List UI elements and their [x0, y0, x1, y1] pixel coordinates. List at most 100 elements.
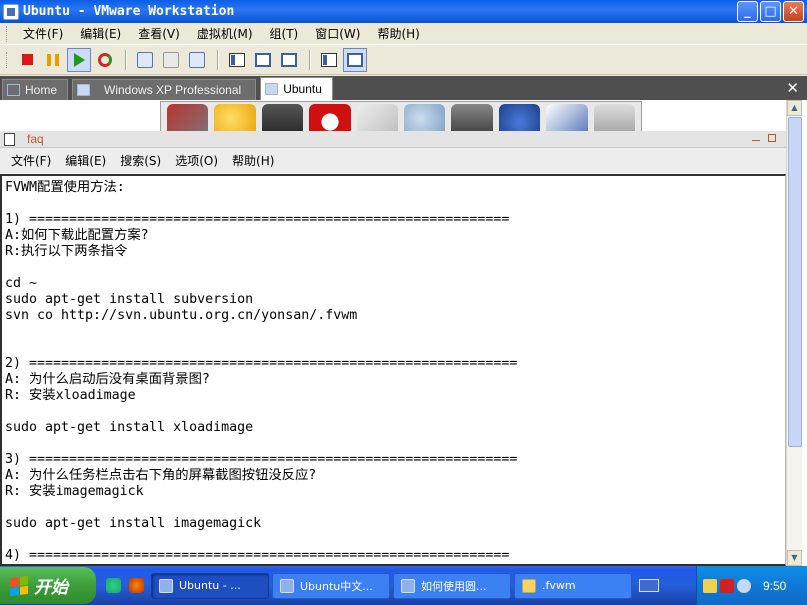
menu-file[interactable]: 文件(F): [15, 25, 72, 42]
gedit-menu-edit[interactable]: 编辑(E): [58, 152, 113, 169]
camera-app-icon[interactable]: [593, 104, 636, 131]
close-button[interactable]: ✕: [783, 1, 804, 22]
system-tray: 9:50: [696, 566, 807, 605]
menubar-grip[interactable]: [6, 25, 9, 42]
terminal-app-icon[interactable]: [261, 104, 304, 131]
search-app-icon[interactable]: [404, 104, 446, 131]
writer-app-icon[interactable]: [546, 104, 588, 131]
editor-app-icon[interactable]: [356, 104, 399, 131]
vmware-menubar: 文件(F) 编辑(E) 查看(V) 虚拟机(M) 组(T) 窗口(W) 帮助(H…: [0, 23, 807, 45]
guest-launcher-dock: [160, 101, 642, 132]
menu-help[interactable]: 帮助(H): [369, 25, 428, 42]
taskbar-item-folder[interactable]: .fvwm: [514, 572, 632, 599]
window-title: Ubuntu - VMware Workstation: [23, 4, 235, 19]
quick-switch-icon: [255, 52, 271, 67]
revert-icon: [163, 51, 179, 68]
gedit-minimize-button[interactable]: [752, 138, 760, 141]
scroll-down-arrow-icon[interactable]: ▼: [787, 550, 802, 566]
vmware-app-icon: [3, 3, 19, 20]
power-on-button[interactable]: [67, 47, 91, 72]
menu-window[interactable]: 窗口(W): [307, 25, 369, 42]
start-button[interactable]: 开始: [0, 567, 96, 604]
gedit-maximize-button[interactable]: [768, 134, 776, 142]
maximize-button[interactable]: □: [760, 1, 781, 22]
folder-icon: [522, 578, 536, 593]
browser-app-icon[interactable]: [498, 104, 541, 131]
gimp-app-icon[interactable]: [451, 104, 493, 131]
window-controls: _ □ ✕: [737, 1, 804, 22]
browser-icon: [280, 578, 294, 593]
task-label: .fvwm: [542, 579, 576, 592]
gedit-menu-options[interactable]: 选项(O): [168, 152, 225, 169]
summary-icon: [321, 52, 337, 67]
antivirus-icon[interactable]: [720, 578, 734, 593]
windows-flag-icon: [10, 575, 28, 596]
toolbar-separator: [217, 49, 219, 70]
taskbar-item-browser-ubuntu[interactable]: Ubuntu中文...: [272, 572, 390, 599]
suspend-button[interactable]: [41, 48, 65, 72]
keyboard-icon[interactable]: [639, 579, 659, 592]
toolbar-grip[interactable]: [6, 51, 9, 68]
media-player-icon[interactable]: [129, 578, 144, 593]
pause-icon: [47, 53, 59, 66]
gedit-menu-file[interactable]: 文件(F): [4, 152, 58, 169]
gedit-titlebar[interactable]: faq: [0, 131, 786, 148]
tab-windows-xp[interactable]: Windows XP Professional: [72, 79, 257, 100]
sidebar-toggle-button[interactable]: [225, 48, 249, 72]
home-icon: [7, 84, 20, 96]
vmware-icon: [159, 578, 173, 593]
gedit-menu-search[interactable]: 搜索(S): [113, 152, 168, 169]
text-editor-area[interactable]: FVWM配置使用方法: 1) =========================…: [0, 174, 786, 566]
snapshot-manager-button[interactable]: [185, 48, 209, 72]
scroll-up-arrow-icon[interactable]: ▲: [787, 100, 802, 116]
console-view-button[interactable]: [343, 47, 367, 72]
reset-button[interactable]: [93, 48, 117, 72]
document-text: FVWM配置使用方法: 1) =========================…: [5, 180, 518, 563]
menu-view[interactable]: 查看(V): [130, 25, 189, 42]
mail-icon[interactable]: [703, 578, 717, 593]
revert-snapshot-button[interactable]: [159, 48, 183, 72]
window-titlebar[interactable]: Ubuntu - VMware Workstation _ □ ✕: [0, 0, 807, 23]
gedit-window-controls: [752, 134, 776, 142]
gedit-menubar: 文件(F) 编辑(E) 搜索(S) 选项(O) 帮助(H): [0, 148, 786, 173]
snapshot-manager-icon: [189, 51, 205, 68]
sound-icon[interactable]: [737, 578, 751, 593]
snapshot-icon: [137, 51, 153, 68]
task-label: Ubuntu - ...: [179, 579, 241, 592]
opera-app-icon[interactable]: [309, 104, 351, 131]
summary-view-button[interactable]: [317, 48, 341, 72]
menu-edit[interactable]: 编辑(E): [72, 25, 130, 42]
scrollbar-thumb[interactable]: [788, 117, 802, 447]
tab-ubuntu[interactable]: Ubuntu: [260, 77, 333, 100]
fullscreen-button[interactable]: [277, 48, 301, 72]
vm-icon: [77, 84, 91, 96]
media-app-icon[interactable]: [214, 104, 256, 131]
quick-switch-button[interactable]: [251, 48, 275, 72]
browser-icon: [401, 578, 415, 593]
clock[interactable]: 9:50: [763, 579, 786, 593]
start-label: 开始: [34, 578, 68, 597]
toolbar-separator: [125, 49, 127, 70]
power-off-button[interactable]: [15, 48, 39, 72]
vm-tabbar: Home Windows XP Professional Ubuntu: [0, 76, 807, 100]
menu-team[interactable]: 组(T): [262, 25, 308, 42]
gedit-window-title: faq: [27, 132, 44, 146]
taskbar-item-browser-howto[interactable]: 如何使用圆...: [393, 572, 511, 599]
tab-home[interactable]: Home: [2, 79, 69, 100]
vertical-scrollbar[interactable]: ▲ ▼: [786, 100, 802, 566]
console-icon: [347, 52, 363, 67]
windows-taskbar: 开始 Ubuntu - ... Ubuntu中文... 如何使用圆... .fv…: [0, 566, 807, 605]
toolbar-separator: [309, 49, 311, 70]
minimize-button[interactable]: _: [737, 1, 758, 22]
menu-vm[interactable]: 虚拟机(M): [189, 25, 262, 42]
fullscreen-icon: [281, 52, 297, 67]
snapshot-button[interactable]: [133, 48, 157, 72]
vm-icon: [265, 83, 279, 95]
messenger-icon[interactable]: [106, 578, 121, 593]
tab-label: Ubuntu: [283, 82, 322, 96]
taskbar-item-vmware[interactable]: Ubuntu - ...: [151, 572, 269, 599]
package-app-icon[interactable]: [167, 104, 209, 131]
gedit-menu-help[interactable]: 帮助(H): [225, 152, 281, 169]
close-tab-icon[interactable]: ✕: [786, 79, 799, 97]
stop-icon: [21, 54, 33, 65]
